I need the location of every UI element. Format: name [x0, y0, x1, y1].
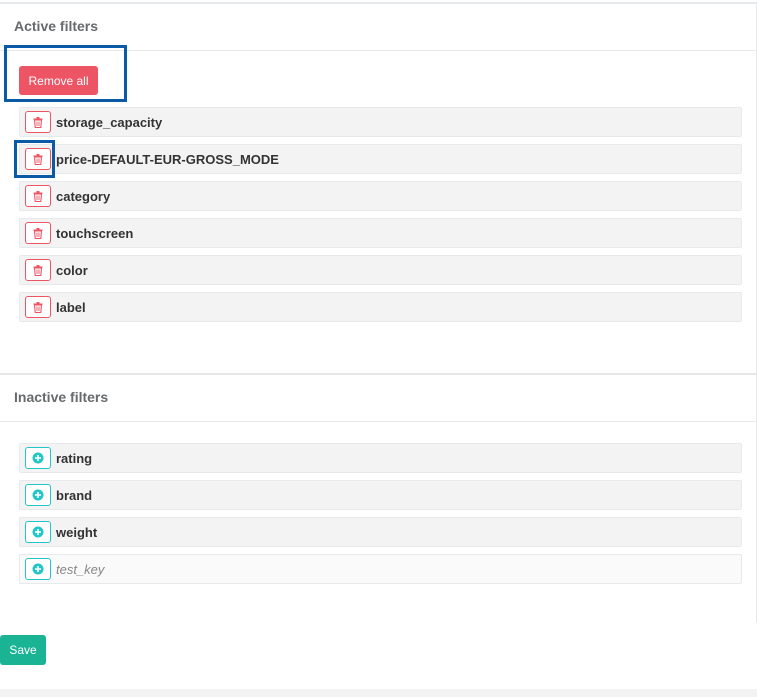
active-filter-row: label	[19, 292, 742, 322]
add-filter-button[interactable]	[25, 484, 51, 506]
trash-icon	[33, 264, 43, 276]
active-filters-divider	[0, 50, 757, 51]
active-filter-row: storage_capacity	[19, 107, 742, 137]
trash-icon	[33, 227, 43, 239]
filter-label: category	[56, 188, 111, 204]
remove-all-button[interactable]: Remove all	[19, 66, 98, 95]
section-separator	[0, 373, 757, 375]
add-filter-button[interactable]	[25, 447, 51, 469]
filter-label: touchscreen	[56, 225, 134, 241]
inactive-filter-list: rating brand weight test_key	[19, 443, 742, 591]
filter-label: storage_capacity	[56, 114, 163, 130]
filter-label: weight	[56, 524, 98, 540]
inactive-filters-divider	[0, 421, 757, 422]
inactive-filter-row: brand	[19, 480, 742, 510]
active-filter-row: category	[19, 181, 742, 211]
plus-circle-icon	[32, 489, 44, 501]
remove-filter-button[interactable]	[25, 148, 51, 170]
top-divider	[0, 2, 757, 4]
filter-label: label	[56, 299, 86, 315]
remove-filter-button[interactable]	[25, 222, 51, 244]
trash-icon	[33, 153, 43, 165]
active-filter-row: price-DEFAULT-EUR-GROSS_MODE	[19, 144, 742, 174]
active-filter-row: touchscreen	[19, 218, 742, 248]
add-filter-button[interactable]	[25, 558, 51, 580]
remove-filter-button[interactable]	[25, 259, 51, 281]
trash-icon	[33, 116, 43, 128]
inactive-filter-row: weight	[19, 517, 742, 547]
filter-label: color	[56, 262, 88, 278]
trash-icon	[33, 190, 43, 202]
filter-label: price-DEFAULT-EUR-GROSS_MODE	[56, 151, 279, 167]
remove-filter-button[interactable]	[25, 185, 51, 207]
save-button[interactable]: Save	[0, 635, 46, 665]
filter-label: rating	[56, 450, 93, 466]
active-filter-list: storage_capacity price-DEFAULT-EUR-GROSS…	[19, 107, 742, 329]
plus-circle-icon	[32, 452, 44, 464]
remove-filter-button[interactable]	[25, 296, 51, 318]
plus-circle-icon	[32, 526, 44, 538]
filter-label: brand	[56, 487, 93, 503]
active-filters-title: Active filters	[14, 18, 99, 34]
trash-icon	[33, 301, 43, 313]
remove-filter-button[interactable]	[25, 111, 51, 133]
plus-circle-icon	[32, 563, 44, 575]
add-filter-button[interactable]	[25, 521, 51, 543]
filter-label: test_key	[56, 561, 105, 577]
inactive-filters-title: Inactive filters	[14, 389, 109, 405]
inactive-filter-row: test_key	[19, 554, 742, 584]
active-filter-row: color	[19, 255, 742, 285]
inactive-filter-row: rating	[19, 443, 742, 473]
bottom-bar	[0, 689, 757, 697]
